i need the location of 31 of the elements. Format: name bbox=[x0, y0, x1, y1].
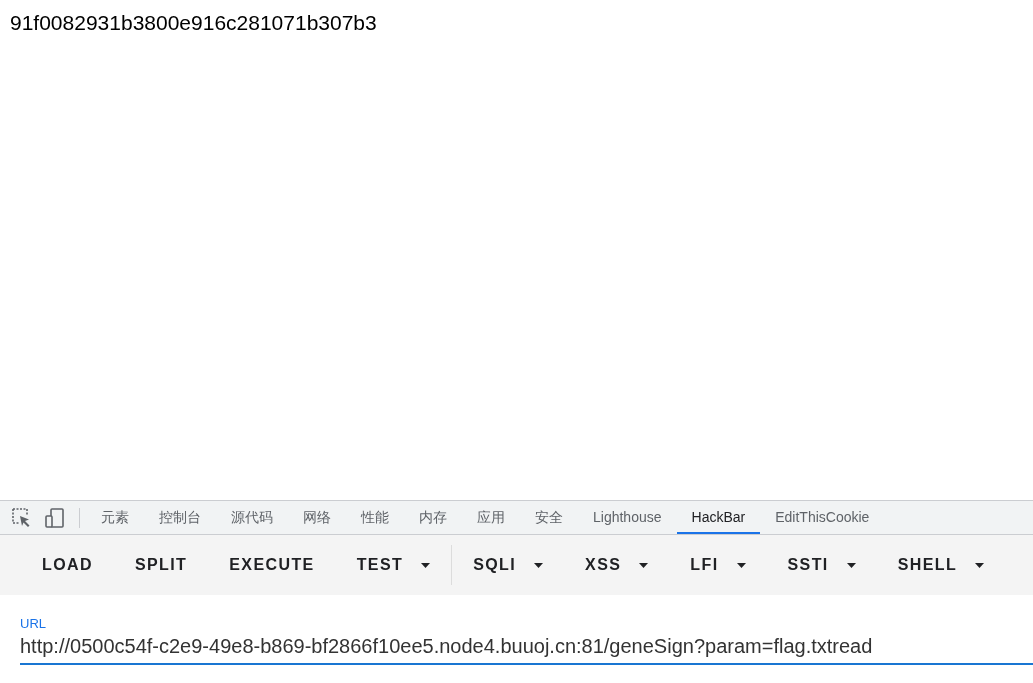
devtools-tab[interactable]: 源代码 bbox=[216, 501, 288, 534]
toolbar-button[interactable]: LOAD bbox=[21, 547, 114, 583]
caret-icon bbox=[639, 562, 649, 568]
caret-icon bbox=[534, 562, 544, 568]
toolbar-button[interactable]: EXECUTE bbox=[208, 547, 336, 583]
toolbar-dropdown-button[interactable]: LFI bbox=[669, 547, 767, 583]
devtools-tab[interactable]: 元素 bbox=[86, 501, 144, 534]
device-icon[interactable] bbox=[45, 507, 65, 528]
caret-icon bbox=[736, 562, 746, 568]
devtools-tab[interactable]: 性能 bbox=[346, 501, 404, 534]
url-label: URL bbox=[20, 616, 46, 632]
toolbar-dropdown-button[interactable]: XSS bbox=[564, 547, 670, 583]
page-text: 91f0082931b3800e916c281071b307b3 bbox=[10, 11, 377, 34]
devtools-tab[interactable]: Lighthouse bbox=[578, 501, 677, 534]
toolbar-dropdown-button[interactable]: SSTI bbox=[766, 547, 877, 583]
devtools-tab[interactable]: 内存 bbox=[404, 501, 462, 534]
devtools-tab[interactable]: EditThisCookie bbox=[760, 501, 885, 534]
devtools-tab[interactable]: HackBar bbox=[676, 501, 761, 534]
devtools-tab[interactable]: 控制台 bbox=[144, 501, 216, 534]
devtools-tab[interactable]: 安全 bbox=[520, 501, 578, 534]
devtools-tab[interactable]: 网络 bbox=[288, 501, 346, 534]
url-field[interactable]: http://0500c54f-c2e9-49e8-b869-bf2866f10ee5.node4.buuoj.cn:81/geneSign?param=flag.txtread bbox=[20, 632, 1033, 665]
toolbar-button[interactable]: SPLIT bbox=[113, 547, 209, 583]
caret-icon bbox=[846, 562, 856, 568]
caret-icon bbox=[975, 562, 985, 568]
toolbar-dropdown-button[interactable]: SHELL bbox=[876, 547, 1006, 583]
caret-icon bbox=[421, 562, 431, 568]
devtools-tab[interactable]: 应用 bbox=[462, 501, 520, 534]
toolbar-dropdown-button[interactable]: SQLI bbox=[452, 547, 565, 583]
inspect-icon[interactable] bbox=[12, 508, 31, 527]
toolbar-dropdown-button[interactable]: TEST bbox=[335, 547, 452, 583]
